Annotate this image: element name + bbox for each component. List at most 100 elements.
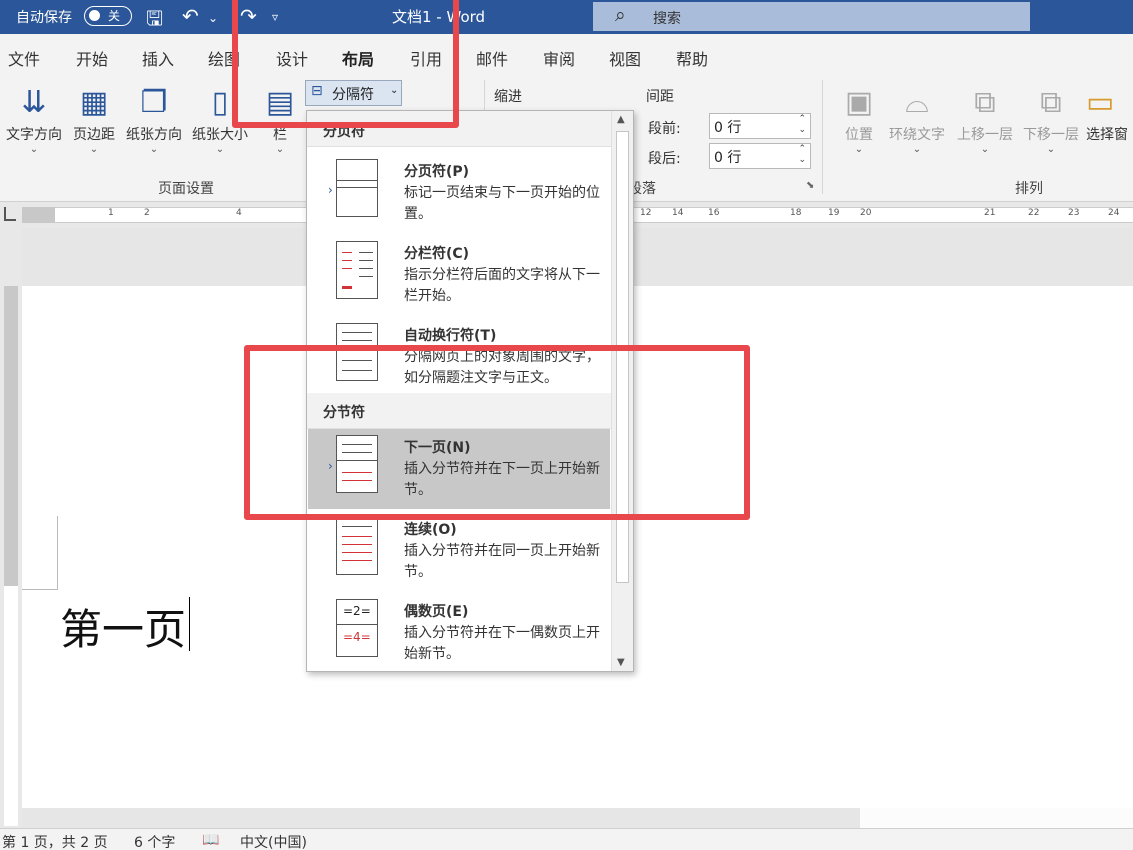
icon-line — [359, 276, 373, 277]
undo-dropdown-icon[interactable]: ⌄ — [208, 11, 218, 25]
icon-line — [342, 536, 372, 537]
bring-forward-button[interactable]: ⧉ 上移一层 ⌄ — [952, 82, 1018, 155]
text-caret — [189, 597, 190, 651]
selection-pane-label: 选择窗 — [1086, 127, 1128, 143]
position-label: 位置 — [845, 127, 873, 143]
ruler-number: 16 — [708, 208, 720, 218]
spacing-before-input[interactable]: 0 行 ⌃ ⌄ — [709, 113, 811, 139]
orientation-button[interactable]: ❐ 纸张方向 ⌄ — [122, 82, 186, 155]
proofing-icon[interactable]: 📖 — [202, 832, 219, 848]
icon-line — [359, 252, 373, 253]
scroll-down-icon[interactable]: ▼ — [617, 657, 625, 668]
text-direction-label: 文字方向 — [6, 127, 62, 143]
spacing-after-value: 0 行 — [714, 150, 742, 166]
ruler-number: 22 — [1028, 208, 1040, 218]
page-break-icon — [336, 159, 378, 217]
divider — [822, 80, 823, 194]
tab-selector-icon[interactable] — [4, 207, 16, 221]
vruler-margin — [4, 286, 18, 586]
undo-icon[interactable]: ↶ — [182, 4, 199, 28]
menu-item-column-break[interactable]: 分栏符(C) 指示分栏符后面的文字将从下一栏开始。 — [308, 235, 610, 315]
chevron-down-icon: ⌄ — [912, 144, 922, 155]
orientation-icon: ❐ — [140, 85, 168, 120]
ruler-number: 4 — [236, 208, 242, 218]
title-bar: 自动保存 关 🖫 ↶ ⌄ ↷ ▿ 文档1 - Word ⌕ 搜索 — [0, 0, 1133, 34]
menu-item-page-break[interactable]: › 分页符(P) 标记一页结束与下一页开始的位置。 — [308, 153, 610, 233]
spinner-arrows-icon[interactable]: ⌃ ⌄ — [798, 114, 806, 136]
chevron-down-icon: ⌄ — [89, 144, 99, 155]
chevron-down-icon: ⌄ — [1046, 144, 1056, 155]
page-setup-group-label: 页面设置 — [158, 181, 214, 197]
send-backward-icon: ⧉ — [1040, 85, 1062, 120]
tab-home[interactable]: 开始 — [76, 46, 108, 70]
save-icon[interactable]: 🖫 — [146, 4, 163, 38]
highlight-box-breaks — [232, 0, 459, 128]
icon-line — [337, 624, 377, 625]
wrap-text-label: 环绕文字 — [889, 127, 945, 143]
icon-line — [342, 552, 372, 553]
continuous-icon — [336, 517, 378, 575]
page-2-icon: =2= — [343, 604, 371, 618]
chevron-down-icon: ⌄ — [215, 144, 225, 155]
tab-file[interactable]: 文件 — [8, 46, 40, 70]
autosave-toggle[interactable]: 关 — [84, 6, 132, 26]
icon-line — [342, 332, 372, 333]
icon-line — [337, 187, 377, 188]
send-backward-label: 下移一层 — [1023, 127, 1079, 143]
arrange-group-label: 排列 — [1015, 181, 1043, 197]
size-label: 纸张大小 — [192, 127, 248, 143]
page-count[interactable]: 第 1 页，共 2 页 — [2, 832, 108, 850]
wrap-text-icon: ⌓ — [905, 85, 929, 120]
spacing-before-value: 0 行 — [714, 120, 742, 136]
language-indicator[interactable]: 中文(中国) — [240, 832, 307, 850]
bring-forward-icon: ⧉ — [974, 85, 996, 120]
highlight-box-next-page — [244, 345, 750, 520]
menu-item-even-page[interactable]: =2= =4= 偶数页(E) 插入分节符并在下一偶数页上开始新节。 — [308, 593, 610, 671]
icon-line — [359, 260, 373, 261]
tab-help[interactable]: 帮助 — [676, 46, 708, 70]
menu-item-title: 分栏符(C) — [404, 246, 470, 262]
chevron-down-icon: ⌄ — [980, 144, 990, 155]
autosave-label: 自动保存 — [16, 10, 72, 26]
ruler-number: 23 — [1068, 208, 1080, 218]
selection-pane-button[interactable]: ▭ 选择窗 — [1086, 82, 1133, 144]
status-bar: 第 1 页，共 2 页 6 个字 📖 中文(中国) — [0, 828, 1133, 850]
ruler-number: 21 — [984, 208, 996, 218]
chevron-down-icon: ⌄ — [29, 144, 39, 155]
chevron-right-icon: › — [328, 183, 333, 197]
tab-view[interactable]: 视图 — [609, 46, 641, 70]
tab-insert[interactable]: 插入 — [142, 46, 174, 70]
margins-icon: ▦ — [79, 85, 109, 120]
icon-line — [342, 268, 352, 269]
icon-line — [342, 560, 372, 561]
spacing-after-input[interactable]: 0 行 ⌃ ⌄ — [709, 143, 811, 169]
icon-line — [342, 286, 352, 289]
vertical-ruler[interactable] — [0, 228, 22, 828]
menu-item-desc: 标记一页结束与下一页开始的位置。 — [404, 185, 600, 222]
tab-mailings[interactable]: 邮件 — [476, 46, 508, 70]
menu-item-desc: 插入分节符并在下一偶数页上开始新节。 — [404, 625, 600, 662]
send-backward-button[interactable]: ⧉ 下移一层 ⌄ — [1018, 82, 1084, 155]
ruler-number: 18 — [790, 208, 802, 218]
toggle-state: 关 — [108, 9, 121, 23]
icon-line — [342, 544, 372, 545]
chevron-down-icon: ⌄ — [275, 144, 285, 155]
margins-button[interactable]: ▦ 页边距 ⌄ — [70, 82, 118, 155]
icon-line — [342, 260, 352, 261]
dialog-launcher-icon[interactable]: ⬊ — [806, 180, 814, 191]
tab-review[interactable]: 审阅 — [543, 46, 575, 70]
menu-item-desc: 指示分栏符后面的文字将从下一栏开始。 — [404, 267, 600, 304]
menu-item-title: 分页符(P) — [404, 164, 470, 180]
scroll-up-icon[interactable]: ▲ — [617, 114, 625, 125]
margin-marker — [22, 589, 58, 590]
document-body-text[interactable]: 第一页 — [60, 596, 186, 657]
wrap-text-button[interactable]: ⌓ 环绕文字 ⌄ — [884, 82, 950, 155]
position-button[interactable]: ▣ 位置 ⌄ — [838, 82, 880, 155]
page-4-icon: =4= — [343, 630, 371, 644]
spinner-arrows-icon[interactable]: ⌃ ⌄ — [798, 144, 806, 166]
word-count[interactable]: 6 个字 — [134, 832, 175, 850]
text-direction-button[interactable]: ⇊ 文字方向 ⌄ — [2, 82, 66, 155]
orientation-label: 纸张方向 — [126, 127, 182, 143]
menu-item-continuous[interactable]: 连续(O) 插入分节符并在同一页上开始新节。 — [308, 511, 610, 591]
search-box[interactable]: ⌕ 搜索 — [593, 2, 1030, 31]
